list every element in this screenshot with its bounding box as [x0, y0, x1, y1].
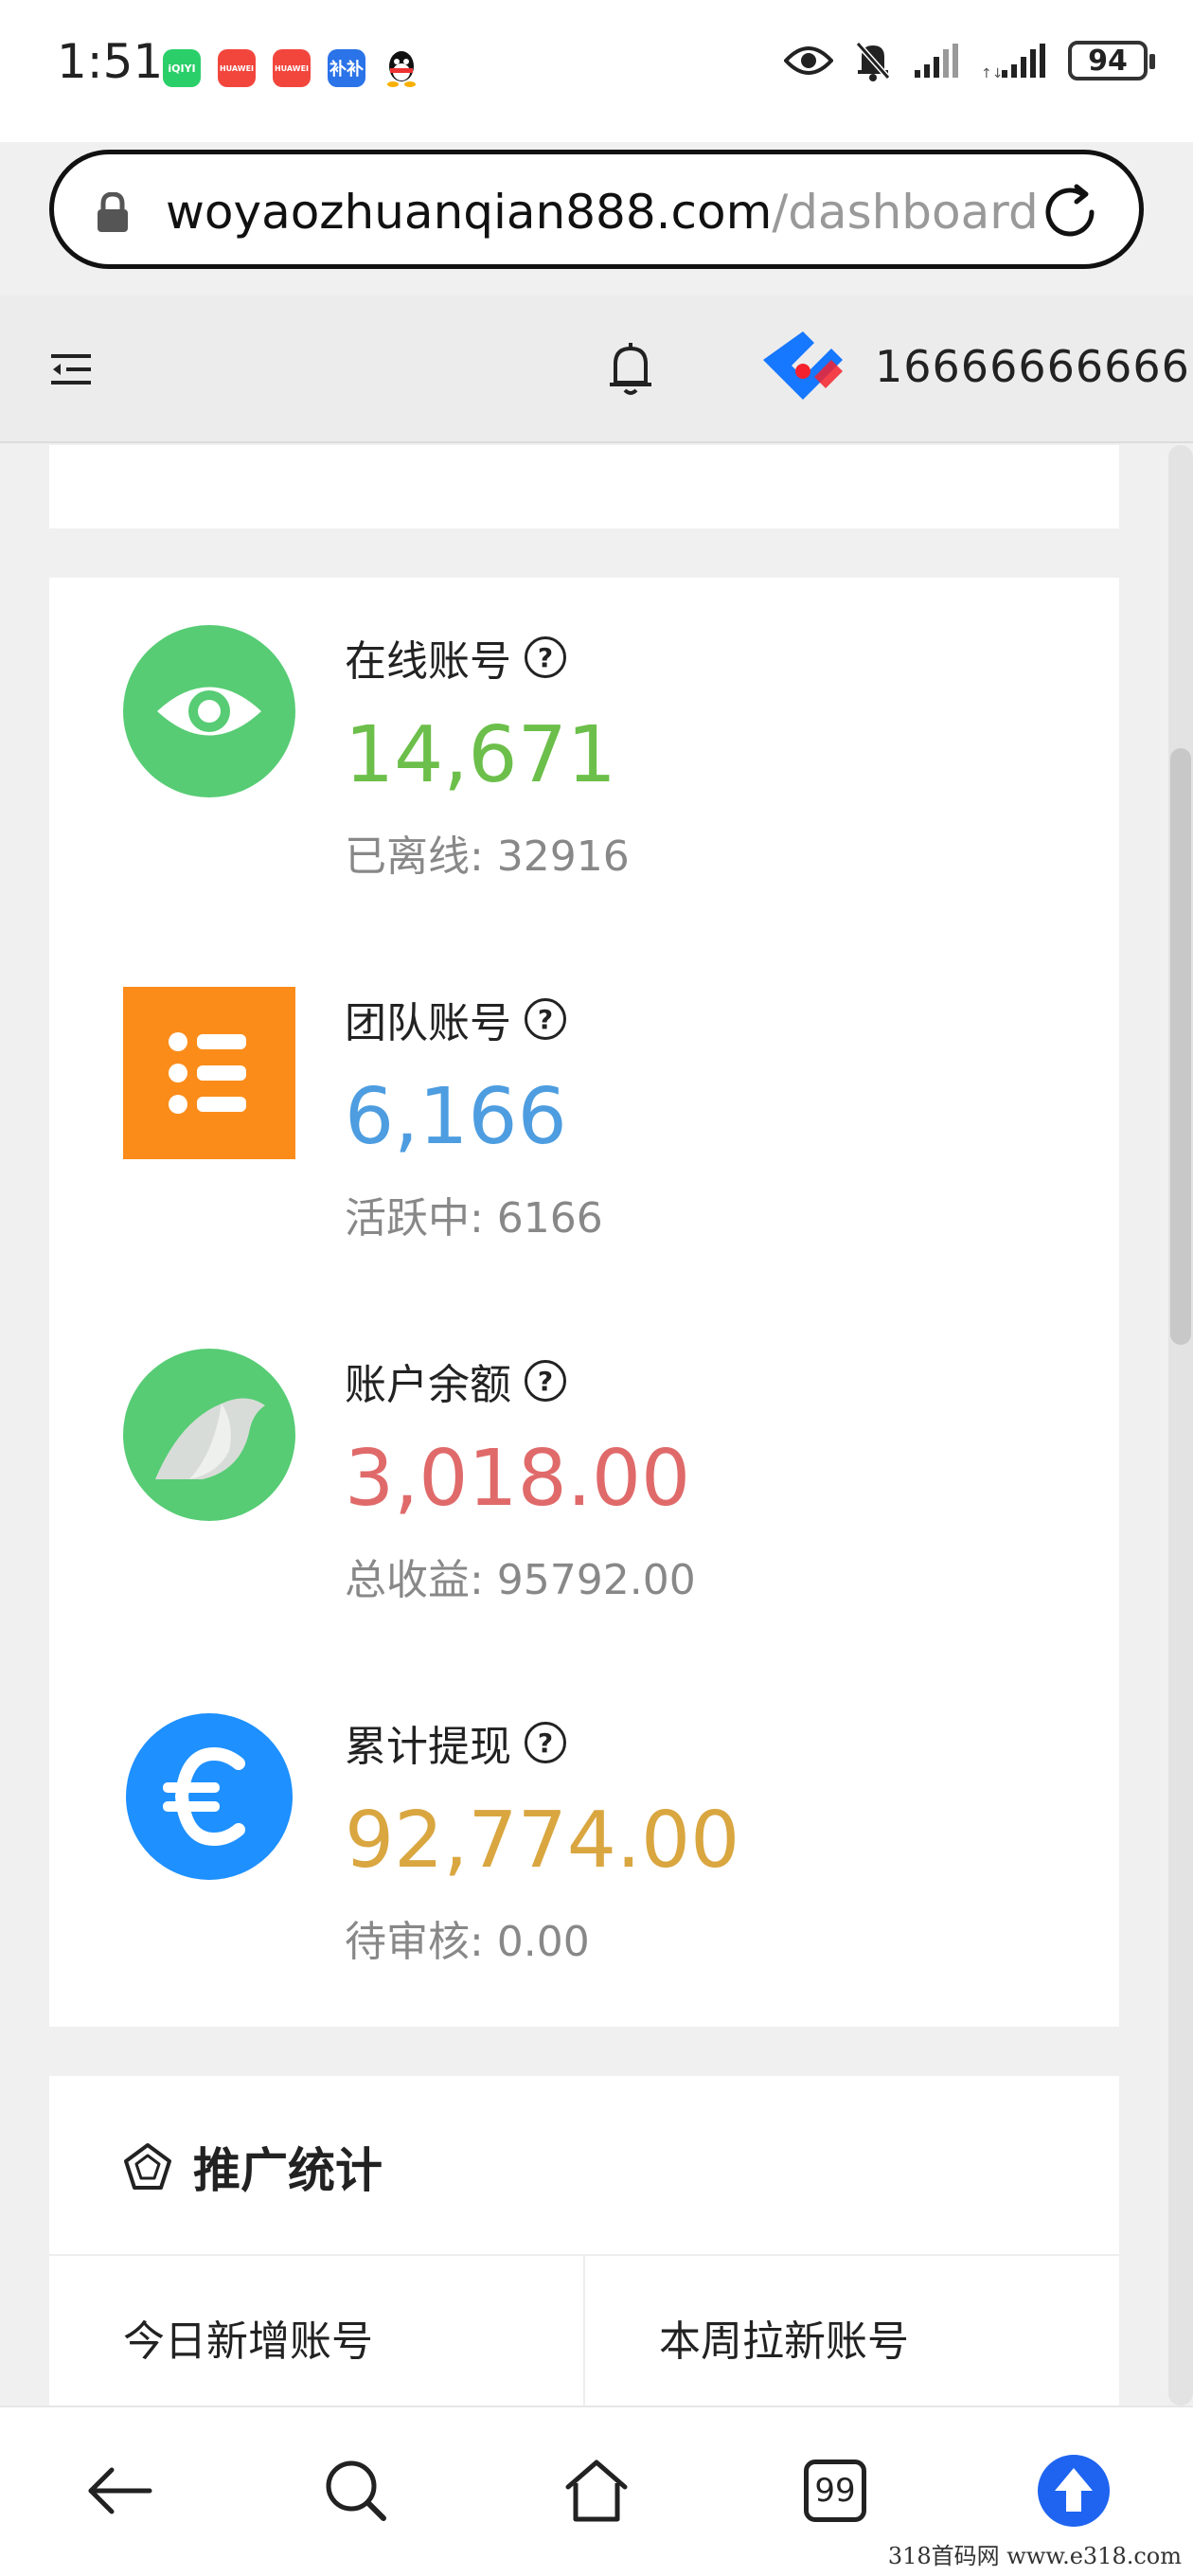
- iqiyi-icon: iQIYI: [163, 49, 201, 87]
- stat-sub: 已离线: 32916: [345, 832, 630, 881]
- url-path: /dashboard: [772, 185, 1039, 240]
- question-icon[interactable]: ?: [525, 636, 566, 678]
- app-header: 16666666666: [0, 295, 1193, 443]
- bell-icon[interactable]: [606, 341, 655, 402]
- stat-label: 团队账号?: [345, 989, 566, 1049]
- search-button[interactable]: [318, 2453, 394, 2529]
- scrollbar-thumb[interactable]: [1170, 748, 1191, 1345]
- home-icon: [565, 2460, 628, 2522]
- arrow-up-circle-icon: [1038, 2455, 1110, 2527]
- bird-icon: [123, 1349, 295, 1521]
- stat-value: 14,671: [345, 710, 616, 800]
- eye-icon: [123, 625, 295, 797]
- stat-total-withdrawal[interactable]: 累计提现? 92,774.00 待审核: 0.00: [123, 1663, 1070, 1985]
- account-phone[interactable]: 16666666666: [875, 341, 1190, 392]
- week-new-accounts[interactable]: 本周拉新账号: [585, 2256, 1119, 2407]
- home-button[interactable]: [559, 2453, 634, 2529]
- url-domain: woyaozhuanqian888.com: [166, 185, 773, 240]
- huawei-mall-icon: HUAWEI: [218, 49, 256, 87]
- arrow-left-icon: [88, 2467, 152, 2514]
- stats-card: 在线账号? 14,671 已离线: 32916 团队账号? 6,166 活跃中:…: [49, 578, 1119, 2027]
- question-icon[interactable]: ?: [525, 998, 566, 1040]
- promotion-header: 推广统计: [123, 2133, 383, 2201]
- euro-icon: [123, 1710, 295, 1883]
- app-blue-icon: 补补: [328, 49, 365, 87]
- scroll-top-button[interactable]: [1036, 2453, 1112, 2529]
- stat-value: 3,018.00: [345, 1434, 691, 1524]
- tabs-count: 99: [804, 2460, 866, 2522]
- scrollbar-track[interactable]: [1168, 445, 1193, 2406]
- stat-account-balance[interactable]: 账户余额? 3,018.00 总收益: 95792.00: [123, 1301, 1070, 1623]
- eye-status-icon: [784, 46, 833, 75]
- stat-label: 账户余额?: [345, 1351, 566, 1411]
- status-app-icons: iQIYI HUAWEI HUAWEI 补补: [163, 49, 420, 87]
- promotion-title: 推广统计: [193, 2143, 383, 2198]
- stat-team-accounts[interactable]: 团队账号? 6,166 活跃中: 6166: [123, 939, 1070, 1261]
- question-icon[interactable]: ?: [525, 1722, 566, 1763]
- signal-2-icon: ↑↓: [981, 44, 1045, 80]
- promotion-stats-card: 推广统计 今日新增账号 本周拉新账号: [49, 2076, 1119, 2407]
- radar-chart-icon: [124, 2143, 171, 2190]
- mute-bell-icon: [855, 42, 891, 81]
- qq-icon: [383, 49, 420, 87]
- status-right: ↑↓ 94: [784, 40, 1155, 81]
- stat-online-accounts[interactable]: 在线账号? 14,671 已离线: 32916: [123, 578, 1070, 900]
- app-logo-icon[interactable]: [757, 326, 848, 420]
- signal-1-icon: [915, 44, 958, 78]
- today-new-accounts-label: 今日新增账号: [123, 2317, 373, 2366]
- lock-icon: [96, 191, 130, 238]
- week-new-accounts-label: 本周拉新账号: [659, 2317, 909, 2366]
- stat-label: 累计提现?: [345, 1712, 566, 1773]
- browser-bottom-nav: 99 318首码网 www.e318.com: [0, 2406, 1193, 2576]
- reload-icon[interactable]: [1039, 181, 1101, 247]
- list-icon: [123, 987, 295, 1159]
- huawei-mall-icon-2: HUAWEI: [273, 49, 311, 87]
- battery-indicator: 94: [1068, 41, 1155, 80]
- question-icon[interactable]: ?: [525, 1360, 566, 1402]
- url-text[interactable]: woyaozhuanqian888.com/dashboard: [166, 185, 1039, 240]
- stat-sub: 活跃中: 6166: [345, 1194, 603, 1243]
- svg-text:↑↓: ↑↓: [981, 66, 1003, 80]
- status-bar: 1:51 iQIYI HUAWEI HUAWEI 补补 ↑↓ 94: [0, 0, 1193, 142]
- watermark: 318首码网 www.e318.com: [887, 2543, 1182, 2569]
- app-root: 1:51 iQIYI HUAWEI HUAWEI 补补 ↑↓ 94 woyaoz…: [0, 0, 1193, 2576]
- menu-fold-icon[interactable]: [49, 350, 93, 392]
- today-new-accounts[interactable]: 今日新增账号: [49, 2256, 583, 2407]
- stat-value: 6,166: [345, 1072, 567, 1162]
- status-time: 1:51: [57, 34, 164, 89]
- search-icon: [326, 2460, 386, 2521]
- back-button[interactable]: [81, 2453, 157, 2529]
- url-bar[interactable]: woyaozhuanqian888.com/dashboard: [49, 150, 1144, 269]
- partial-card: [49, 445, 1119, 528]
- tabs-button[interactable]: 99: [797, 2453, 873, 2529]
- stat-sub: 总收益: 95792.00: [345, 1556, 696, 1604]
- stat-value: 92,774.00: [345, 1796, 740, 1886]
- stat-label: 在线账号?: [345, 627, 566, 688]
- stat-sub: 待审核: 0.00: [345, 1918, 590, 1966]
